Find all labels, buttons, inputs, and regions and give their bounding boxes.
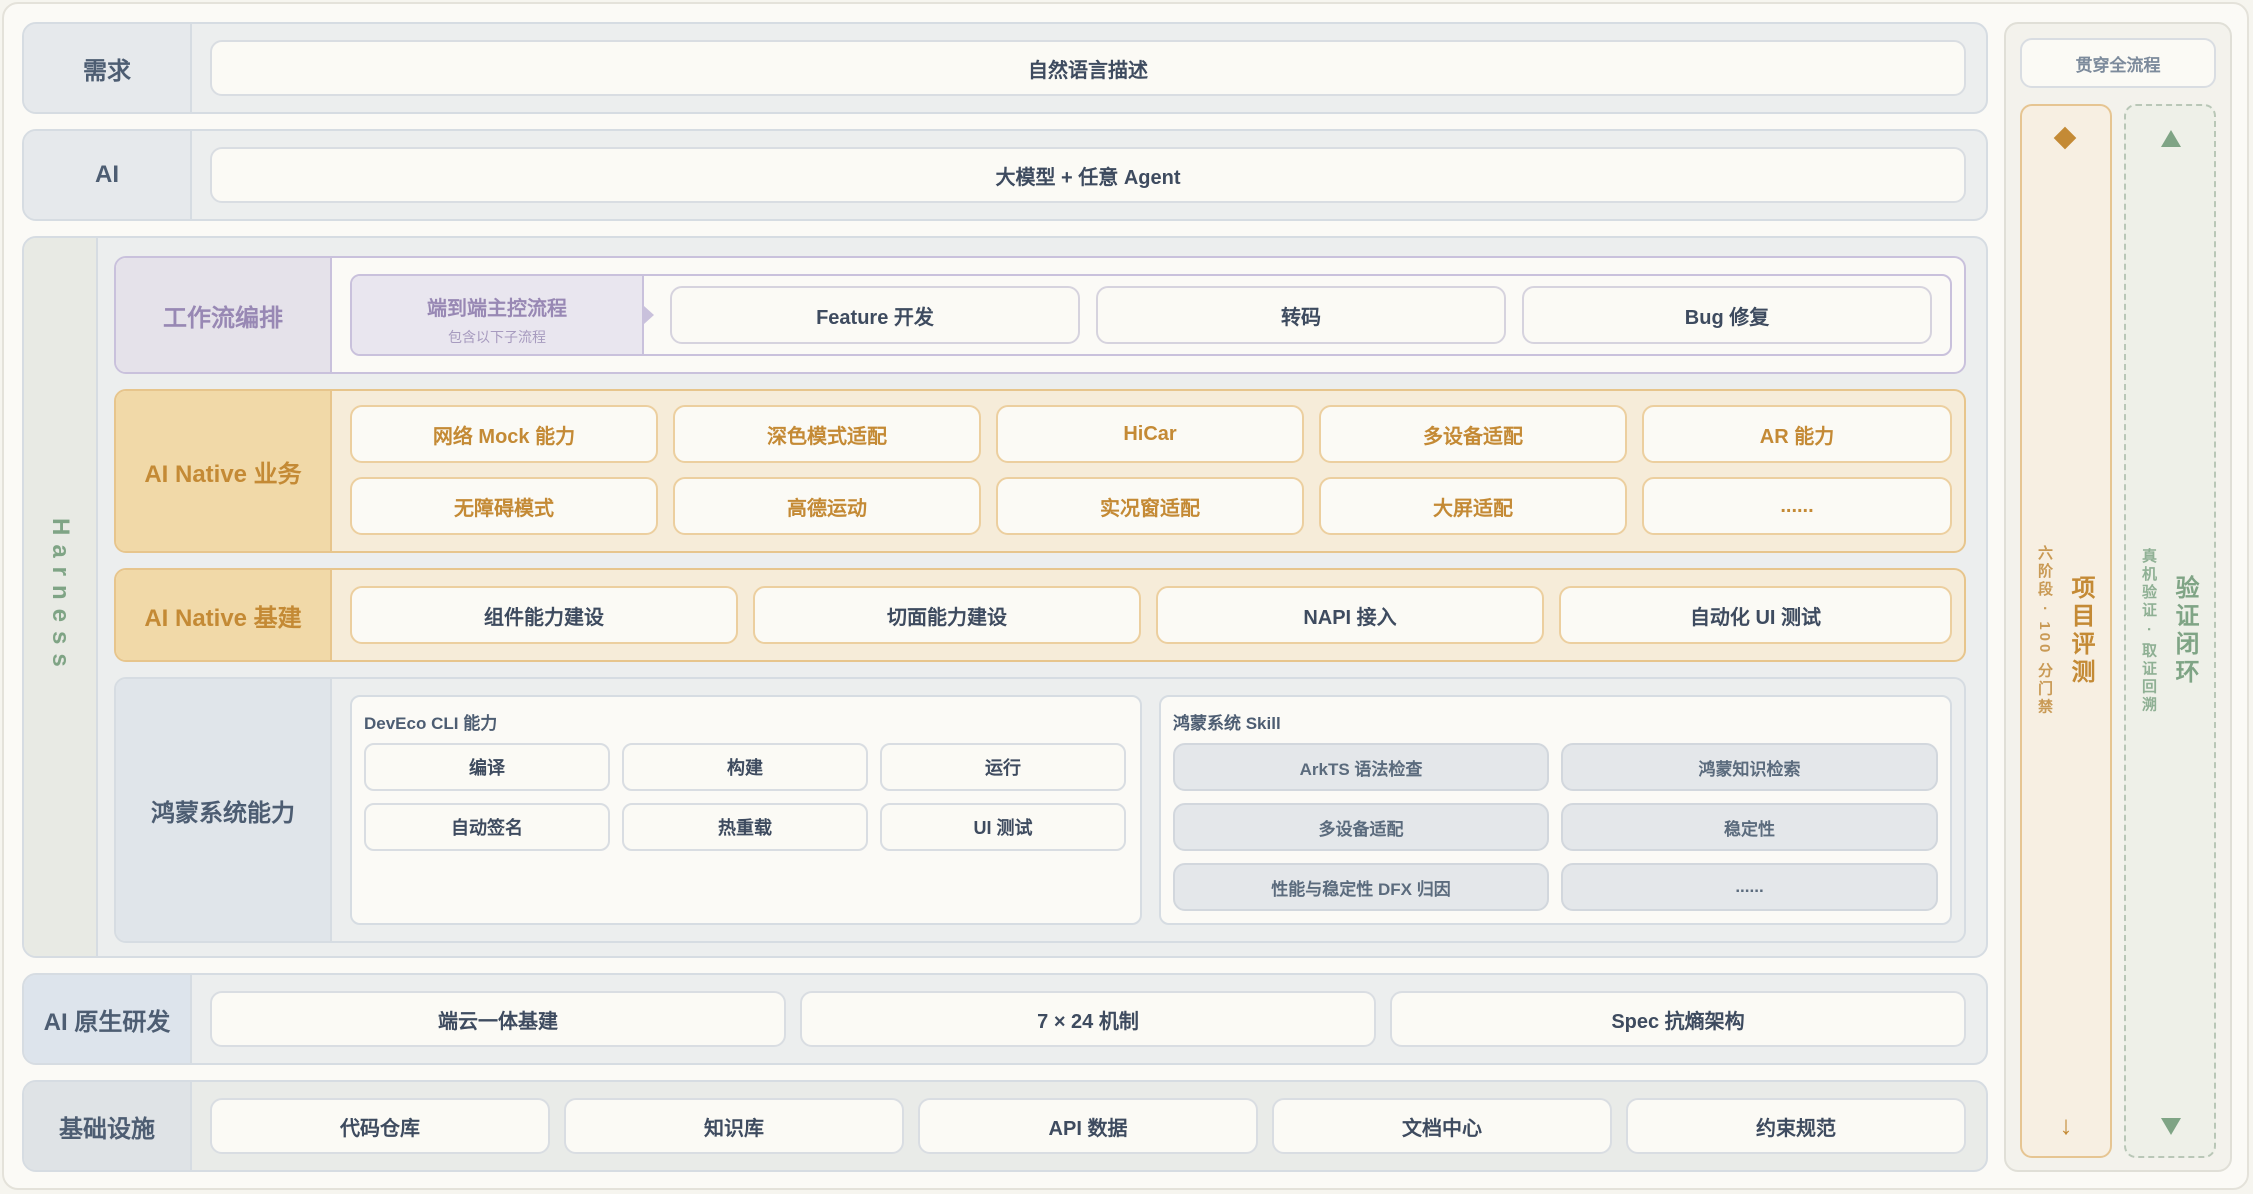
skill-title: 鸿蒙系统 Skill xyxy=(1173,714,1281,733)
cli-item: 热重载 xyxy=(622,803,868,851)
base-item: 组件能力建设 xyxy=(350,586,738,644)
row-label-ai: AI xyxy=(24,131,192,219)
row-demand: 需求 自然语言描述 xyxy=(22,22,1988,114)
business-item: AR 能力 xyxy=(1642,405,1952,463)
native-dev-item: Spec 抗熵架构 xyxy=(1390,991,1966,1047)
demand-content: 自然语言描述 xyxy=(210,40,1966,96)
chevron-right-icon xyxy=(644,306,654,324)
workflow-item-bugfix: Bug 修复 xyxy=(1522,286,1932,344)
base-item: NAPI 接入 xyxy=(1156,586,1544,644)
workflow-label: 工作流编排 xyxy=(116,258,332,372)
skill-item: 稳定性 xyxy=(1561,803,1938,851)
harness-label: Harness xyxy=(47,518,74,676)
harness-container: Harness 工作流编排 端到端主控流程 包含以下子流程 Feature 开发… xyxy=(22,236,1988,958)
arrow-down-icon: ↓ xyxy=(2059,1110,2073,1140)
cli-item: UI 测试 xyxy=(880,803,1126,851)
workflow-main-title: 端到端主控流程 xyxy=(427,298,567,320)
eval-title: 项目评测 xyxy=(2067,575,2094,687)
workflow-row: 工作流编排 端到端主控流程 包含以下子流程 Feature 开发 转码 Bug … xyxy=(114,256,1966,374)
workflow-main-box: 端到端主控流程 包含以下子流程 xyxy=(352,276,644,354)
eval-sub: 六阶段 · 100 分门禁 xyxy=(2036,545,2053,717)
infra-item: 文档中心 xyxy=(1272,1098,1612,1154)
skill-item: 鸿蒙知识检索 xyxy=(1561,743,1938,791)
eval-column: 项目评测 六阶段 · 100 分门禁 ↓ xyxy=(2020,104,2112,1158)
native-dev-item: 7 × 24 机制 xyxy=(800,991,1376,1047)
infra-item: 知识库 xyxy=(564,1098,904,1154)
cli-panel: DevEco CLI 能力 编译 构建 运行 自动签名 热重载 UI 测试 xyxy=(350,695,1142,925)
row-label-native-dev: AI 原生研发 xyxy=(24,975,192,1063)
side-header: 贯穿全流程 xyxy=(2020,38,2216,88)
row-native-dev: AI 原生研发 端云一体基建 7 × 24 机制 Spec 抗熵架构 xyxy=(22,973,1988,1065)
verify-text: 验证闭环 真机验证 · 取证回溯 xyxy=(2126,106,2214,1156)
business-item: 无障碍模式 xyxy=(350,477,658,535)
native-dev-item: 端云一体基建 xyxy=(210,991,786,1047)
base-item: 自动化 UI 测试 xyxy=(1559,586,1952,644)
triangle-down-icon xyxy=(2161,1118,2181,1135)
harness-strip: Harness xyxy=(24,238,98,956)
skill-item: 多设备适配 xyxy=(1173,803,1549,851)
workflow-item-feature: Feature 开发 xyxy=(670,286,1080,344)
business-item: 实况窗适配 xyxy=(996,477,1304,535)
business-item: HiCar xyxy=(996,405,1304,463)
cli-item: 自动签名 xyxy=(364,803,610,851)
verify-column: 验证闭环 真机验证 · 取证回溯 xyxy=(2124,104,2216,1158)
verify-title: 验证闭环 xyxy=(2171,575,2198,687)
workflow-main: 端到端主控流程 包含以下子流程 Feature 开发 转码 Bug 修复 xyxy=(350,274,1952,356)
business-item: 高德运动 xyxy=(673,477,981,535)
verify-sub: 真机验证 · 取证回溯 xyxy=(2140,547,2157,715)
workflow-main-sub: 包含以下子流程 xyxy=(448,329,546,345)
business-row: AI Native 业务 网络 Mock 能力 深色模式适配 HiCar 多设备… xyxy=(114,389,1966,553)
row-label-infra: 基础设施 xyxy=(24,1082,192,1170)
business-item-more: ...... xyxy=(1642,477,1952,535)
skill-panel: 鸿蒙系统 Skill ArkTS 语法检查 鸿蒙知识检索 多设备适配 稳定性 性… xyxy=(1159,695,1952,925)
business-item: 深色模式适配 xyxy=(673,405,981,463)
workflow-item-transcode: 转码 xyxy=(1096,286,1506,344)
infra-item: API 数据 xyxy=(918,1098,1258,1154)
cli-item: 运行 xyxy=(880,743,1126,791)
base-label: AI Native 基建 xyxy=(116,570,332,660)
side-panel: 贯穿全流程 项目评测 六阶段 · 100 分门禁 ↓ 验证闭环 真机验证 · 取… xyxy=(2004,22,2232,1172)
base-item: 切面能力建设 xyxy=(753,586,1141,644)
skill-item: 性能与稳定性 DFX 归因 xyxy=(1173,863,1549,911)
harmony-row: 鸿蒙系统能力 DevEco CLI 能力 编译 构建 运行 自动签名 热重载 U… xyxy=(114,677,1966,943)
skill-item-more: ...... xyxy=(1561,863,1938,911)
ai-content: 大模型 + 任意 Agent xyxy=(210,147,1966,203)
row-label-demand: 需求 xyxy=(24,24,192,112)
business-item: 大屏适配 xyxy=(1319,477,1627,535)
infra-item: 代码仓库 xyxy=(210,1098,550,1154)
business-item: 多设备适配 xyxy=(1319,405,1627,463)
business-label: AI Native 业务 xyxy=(116,391,332,551)
cli-item: 构建 xyxy=(622,743,868,791)
business-item: 网络 Mock 能力 xyxy=(350,405,658,463)
cli-title: DevEco CLI 能力 xyxy=(364,714,498,733)
row-infra: 基础设施 代码仓库 知识库 API 数据 文档中心 约束规范 xyxy=(22,1080,1988,1172)
base-row: AI Native 基建 组件能力建设 切面能力建设 NAPI 接入 自动化 U… xyxy=(114,568,1966,662)
skill-item: ArkTS 语法检查 xyxy=(1173,743,1549,791)
row-ai: AI 大模型 + 任意 Agent xyxy=(22,129,1988,221)
infra-item: 约束规范 xyxy=(1626,1098,1966,1154)
cli-item: 编译 xyxy=(364,743,610,791)
harmony-label: 鸿蒙系统能力 xyxy=(116,679,332,941)
eval-text: 项目评测 六阶段 · 100 分门禁 xyxy=(2022,106,2110,1156)
